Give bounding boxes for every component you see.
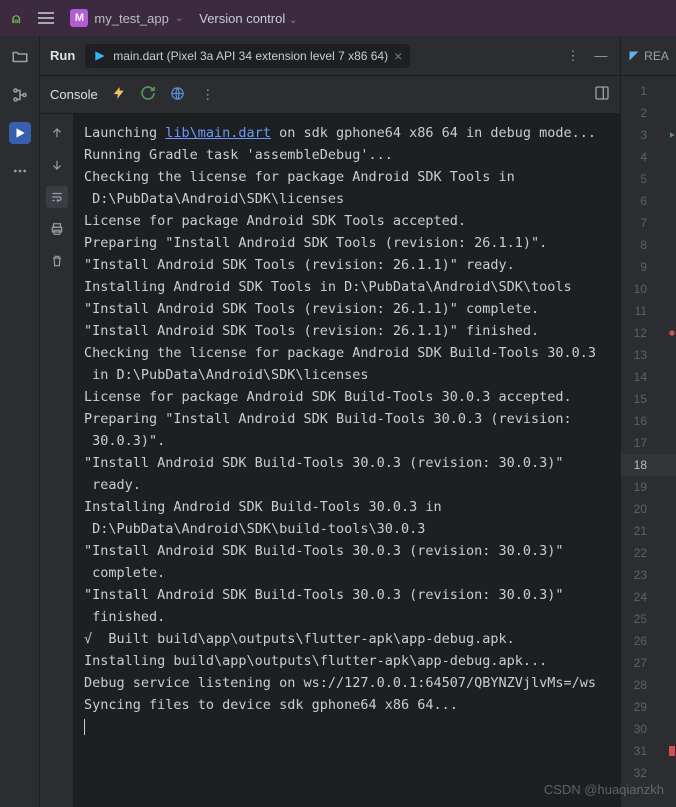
editor-tab-partial[interactable]: REA <box>621 36 676 76</box>
left-tool-rail <box>0 36 40 807</box>
run-gutter-icon[interactable] <box>668 130 676 140</box>
gutter-line[interactable]: 5 <box>621 168 676 190</box>
hot-reload-icon[interactable] <box>112 85 126 104</box>
android-logo-icon: ⍝ <box>12 10 20 27</box>
gutter-line[interactable]: 17 <box>621 432 676 454</box>
gutter-line[interactable]: 30 <box>621 718 676 740</box>
gutter-line[interactable]: 13 <box>621 344 676 366</box>
gutter-line[interactable]: 4 <box>621 146 676 168</box>
tab-options-icon[interactable]: ⋮ <box>564 48 582 64</box>
project-name: my_test_app <box>94 11 168 26</box>
watermark-text: CSDN @huaqianzkh <box>544 782 664 797</box>
project-tool-icon[interactable] <box>9 46 31 68</box>
main-menu-button[interactable] <box>38 12 54 24</box>
gutter-line[interactable]: 14 <box>621 366 676 388</box>
gutter-line[interactable]: 22 <box>621 542 676 564</box>
editor-gutter-panel: REA 123456789101112131415161718192021222… <box>620 36 676 807</box>
gutter-line[interactable]: 15 <box>621 388 676 410</box>
print-icon[interactable] <box>46 218 68 240</box>
hot-restart-icon[interactable] <box>140 85 156 104</box>
error-stripe-icon <box>669 746 675 756</box>
scroll-down-icon[interactable] <box>46 154 68 176</box>
gutter-line[interactable]: 23 <box>621 564 676 586</box>
gutter-line[interactable]: 27 <box>621 652 676 674</box>
gutter-line[interactable]: 2 <box>621 102 676 124</box>
gutter-line[interactable]: 19 <box>621 476 676 498</box>
gutter-line[interactable]: 8 <box>621 234 676 256</box>
console-output[interactable]: Launching lib\main.dart on sdk gphone64 … <box>74 114 620 807</box>
soft-wrap-icon[interactable] <box>46 186 68 208</box>
more-actions-icon[interactable]: ⋮ <box>199 87 217 103</box>
structure-tool-icon[interactable] <box>9 84 31 106</box>
minimize-panel-icon[interactable]: — <box>592 48 610 63</box>
gutter-line[interactable]: 28 <box>621 674 676 696</box>
gutter-line[interactable]: 18 <box>621 454 676 476</box>
gutter-line[interactable]: 20 <box>621 498 676 520</box>
gutter-line[interactable]: 25 <box>621 608 676 630</box>
run-config-tab[interactable]: main.dart (Pixel 3a API 34 extension lev… <box>85 44 410 68</box>
gutter-line[interactable]: 26 <box>621 630 676 652</box>
chevron-down-icon: ⌄ <box>175 13 183 24</box>
breakpoint-icon[interactable] <box>668 328 676 338</box>
gutter-line[interactable]: 24 <box>621 586 676 608</box>
devtools-icon[interactable] <box>170 86 185 104</box>
gutter-line[interactable]: 10 <box>621 278 676 300</box>
gutter-line[interactable]: 1 <box>621 80 676 102</box>
gutter-line[interactable]: 9 <box>621 256 676 278</box>
file-link[interactable]: lib\main.dart <box>165 125 271 141</box>
console-toolbar: Console ⋮ <box>40 76 620 114</box>
gutter-line[interactable]: 12 <box>621 322 676 344</box>
gutter-line[interactable]: 32 <box>621 762 676 784</box>
gutter-line[interactable]: 6 <box>621 190 676 212</box>
gutter-line[interactable]: 3 <box>621 124 676 146</box>
console-side-toolbar <box>40 114 74 807</box>
run-panel-title: Run <box>50 48 75 63</box>
gutter-line[interactable]: 21 <box>621 520 676 542</box>
clear-icon[interactable] <box>46 250 68 272</box>
gutter-line[interactable]: 7 <box>621 212 676 234</box>
version-control-menu[interactable]: Version control ⌄ <box>199 11 297 26</box>
run-config-label: main.dart (Pixel 3a API 34 extension lev… <box>113 49 388 63</box>
close-tab-icon[interactable]: × <box>394 48 402 64</box>
scroll-up-icon[interactable] <box>46 122 68 144</box>
more-tools-icon[interactable] <box>9 160 31 182</box>
project-selector[interactable]: M my_test_app ⌄ <box>70 9 183 27</box>
dart-file-icon <box>93 49 107 63</box>
layout-settings-icon[interactable] <box>594 85 610 104</box>
gutter-line[interactable]: 16 <box>621 410 676 432</box>
chevron-down-icon: ⌄ <box>289 15 297 26</box>
gutter-line[interactable]: 29 <box>621 696 676 718</box>
gutter-line[interactable]: 11 <box>621 300 676 322</box>
run-tool-icon[interactable] <box>9 122 31 144</box>
project-icon: M <box>70 9 88 27</box>
console-tab[interactable]: Console <box>50 87 98 102</box>
gutter-line[interactable]: 31 <box>621 740 676 762</box>
run-tab-bar: Run main.dart (Pixel 3a API 34 extension… <box>40 36 620 76</box>
